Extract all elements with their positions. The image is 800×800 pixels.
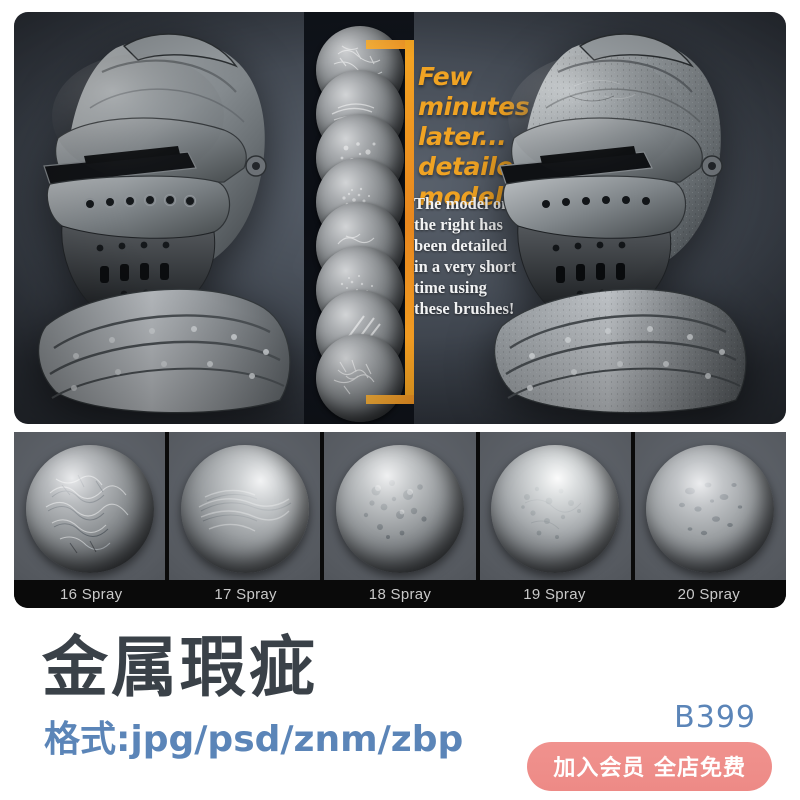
left-helmet-model bbox=[28, 26, 310, 418]
sphere-render bbox=[491, 444, 620, 573]
thumbnail-label: 18 Spray bbox=[368, 585, 432, 603]
hero-panel: Few minutes later... detailed model! The… bbox=[14, 12, 786, 424]
format-line: 格式:jpg/psd/znm/zbp bbox=[44, 719, 464, 760]
thumbnail-label: 19 Spray bbox=[523, 585, 586, 603]
product-code: B399 bbox=[674, 700, 756, 735]
product-title: 金属瑕疵 bbox=[42, 629, 318, 706]
sphere-render bbox=[646, 444, 775, 573]
thumbnail-cell[interactable] bbox=[169, 432, 321, 580]
sphere-render bbox=[25, 444, 154, 573]
thumbnail-strip: 16 Spray 17 Spray 18 Spray 19 Spray 20 S… bbox=[14, 432, 786, 608]
thumbnail-cell[interactable] bbox=[479, 432, 631, 580]
thumbnail-row bbox=[14, 432, 786, 580]
bracket-vertical-bar bbox=[405, 40, 414, 404]
thumbnail-cell[interactable] bbox=[324, 432, 476, 580]
bracket-bottom-bar bbox=[366, 395, 414, 404]
sphere-render bbox=[180, 444, 309, 573]
orange-bracket-frame bbox=[366, 40, 414, 404]
thumbnail-label: 20 Spray bbox=[677, 585, 741, 603]
thumbnail-cell[interactable] bbox=[14, 432, 166, 580]
thumbnail-label-bar: 16 Spray 17 Spray 18 Spray 19 Spray 20 S… bbox=[14, 580, 786, 608]
thumbnail-label: 16 Spray bbox=[59, 585, 123, 603]
thumbnail-label: 17 Spray bbox=[214, 585, 277, 603]
join-membership-button[interactable]: 加入会员 全店免费 bbox=[527, 742, 772, 791]
footer-bar: 金属瑕疵 格式:jpg/psd/znm/zbp B399 加入会员 全店免费 bbox=[0, 610, 800, 800]
promo-page: Few minutes later... detailed model! The… bbox=[0, 0, 800, 800]
right-helmet-model bbox=[484, 26, 766, 418]
thumbnail-cell[interactable] bbox=[634, 432, 786, 580]
sphere-render bbox=[336, 444, 464, 573]
